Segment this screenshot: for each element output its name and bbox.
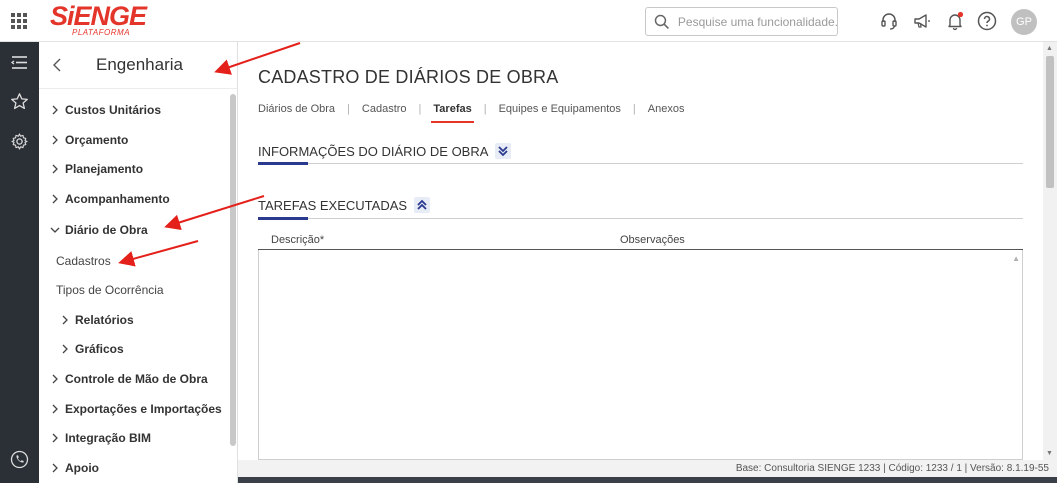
- expand-section-button[interactable]: [495, 143, 512, 159]
- scroll-up-icon[interactable]: ▲: [1046, 45, 1053, 52]
- double-chevron-down-icon: [498, 146, 509, 157]
- chevron-right-icon: [52, 433, 58, 443]
- search-icon: [654, 14, 669, 29]
- tab-bar: Diários de Obra | Cadastro | Tarefas | E…: [258, 99, 685, 123]
- section-accent-bar: [258, 162, 308, 165]
- sidebar-item-label: Custos Unitários: [65, 103, 162, 117]
- tab-separator: |: [418, 103, 422, 115]
- sidebar-item-orcamento[interactable]: Orçamento: [39, 126, 231, 154]
- user-avatar[interactable]: GP: [1011, 9, 1037, 35]
- megaphone-icon[interactable]: [912, 11, 932, 31]
- tab-cadastro[interactable]: Cadastro: [362, 103, 407, 115]
- logo-sub-text: PLATAFORMA: [72, 28, 131, 37]
- collapse-section-button[interactable]: [414, 197, 431, 213]
- sidebar-item-label: Acompanhamento: [65, 192, 170, 206]
- tasks-table-header: Descrição* Observações: [258, 232, 1023, 250]
- gear-icon[interactable]: [10, 132, 29, 151]
- column-header-observacoes[interactable]: Observações: [620, 234, 685, 246]
- sidebar-item-diario-de-obra[interactable]: Diário de Obra: [39, 216, 231, 244]
- section-accent-bar: [258, 217, 308, 220]
- sidebar-title: Engenharia: [96, 55, 183, 74]
- taskbar-strip: [238, 477, 1057, 483]
- chevron-right-icon: [52, 135, 58, 145]
- star-icon[interactable]: [10, 92, 29, 111]
- tab-separator: |: [483, 103, 487, 115]
- headset-icon[interactable]: [879, 11, 899, 31]
- tab-tarefas[interactable]: Tarefas: [431, 103, 475, 123]
- section-tarefas-executadas: TAREFAS EXECUTADAS: [258, 197, 1023, 219]
- section-divider: [258, 163, 1023, 164]
- chevron-right-icon: [62, 315, 68, 325]
- sidebar-item-label: Orçamento: [65, 133, 129, 147]
- chevron-right-icon: [52, 463, 58, 473]
- page-title: CADASTRO DE DIÁRIOS DE OBRA: [258, 67, 559, 87]
- sidebar-item-controle-mao-de-obra[interactable]: Controle de Mão de Obra: [39, 365, 231, 393]
- search-box[interactable]: [645, 7, 838, 36]
- sidebar-item-label: Apoio: [65, 461, 99, 475]
- sidebar-item-custos-unitarios[interactable]: Custos Unitários: [39, 96, 231, 124]
- sidebar-item-label: Planejamento: [65, 162, 144, 176]
- chevron-right-icon: [52, 404, 58, 414]
- tab-diarios-de-obra[interactable]: Diários de Obra: [258, 103, 335, 115]
- sidebar-item-graficos[interactable]: Gráficos: [39, 335, 231, 363]
- help-icon[interactable]: [977, 11, 997, 31]
- section-divider: [258, 218, 1023, 219]
- tab-equipes-equipamentos[interactable]: Equipes e Equipamentos: [499, 103, 621, 115]
- sidebar-header: Engenharia: [39, 42, 237, 89]
- section-tarefas-title: TAREFAS EXECUTADAS: [258, 197, 408, 213]
- sidebar-item-exportacoes-importacoes[interactable]: Exportações e Importações: [39, 395, 231, 423]
- tab-separator: |: [347, 103, 350, 115]
- scroll-down-icon[interactable]: ▼: [1046, 450, 1053, 457]
- section-informacoes-title: INFORMAÇÕES DO DIÁRIO DE OBRA: [258, 143, 489, 159]
- sidebar-scrollbar[interactable]: [230, 94, 236, 446]
- sidebar-item-apoio[interactable]: Apoio: [39, 454, 231, 482]
- search-input[interactable]: [677, 14, 837, 29]
- phone-support-icon[interactable]: [10, 450, 29, 469]
- chevron-down-icon: [50, 227, 60, 233]
- sidebar-item-label: Integração BIM: [65, 431, 152, 445]
- back-chevron-icon[interactable]: [51, 57, 65, 73]
- logo-main-text: SiENGE: [50, 1, 147, 31]
- page-scrollbar-thumb[interactable]: [1046, 56, 1054, 188]
- sidebar-item-tipos-de-ocorrencia[interactable]: Tipos de Ocorrência: [39, 276, 231, 304]
- section-informacoes: INFORMAÇÕES DO DIÁRIO DE OBRA: [258, 143, 1023, 165]
- table-scroll-up-icon[interactable]: ▲: [1012, 254, 1020, 263]
- chevron-right-icon: [62, 344, 68, 354]
- sienge-logo[interactable]: SiENGE PLATAFORMA: [50, 1, 147, 39]
- sidebar-item-label: Cadastros: [56, 254, 111, 268]
- sidebar-menu: Engenharia Custos Unitários Orçamento Pl…: [39, 42, 238, 483]
- main-content: CADASTRO DE DIÁRIOS DE OBRA Diários de O…: [238, 42, 1043, 460]
- page-scrollbar[interactable]: ▲ ▼: [1043, 42, 1057, 460]
- sidebar-item-label: Exportações e Importações: [65, 402, 222, 416]
- status-footer: Base: Consultoria SIENGE 1233 | Código: …: [238, 460, 1057, 477]
- sidebar-item-cadastros[interactable]: Cadastros: [39, 247, 231, 275]
- menu-collapse-icon[interactable]: [10, 53, 29, 72]
- sidebar-item-label: Controle de Mão de Obra: [65, 372, 208, 386]
- chevron-right-icon: [52, 105, 58, 115]
- section-informacoes-title-row: INFORMAÇÕES DO DIÁRIO DE OBRA: [258, 143, 1023, 159]
- bell-icon[interactable]: [945, 11, 965, 31]
- sidebar-item-label: Tipos de Ocorrência: [56, 283, 164, 297]
- top-bar: SiENGE PLATAFORMA GP: [0, 0, 1057, 42]
- sidebar-item-planejamento[interactable]: Planejamento: [39, 155, 231, 183]
- sidebar-item-acompanhamento[interactable]: Acompanhamento: [39, 185, 231, 213]
- left-rail: [0, 42, 39, 483]
- chevron-right-icon: [52, 374, 58, 384]
- sidebar-item-relatorios[interactable]: Relatórios: [39, 306, 231, 334]
- column-header-descricao[interactable]: Descrição*: [271, 234, 324, 246]
- section-tarefas-title-row: TAREFAS EXECUTADAS: [258, 197, 1023, 213]
- chevron-right-icon: [52, 164, 58, 174]
- double-chevron-up-icon: [417, 199, 427, 210]
- tab-anexos[interactable]: Anexos: [648, 103, 685, 115]
- sidebar-item-label: Gráficos: [75, 342, 124, 356]
- tab-separator: |: [632, 103, 636, 115]
- apps-grid-icon[interactable]: [11, 13, 27, 29]
- sidebar-item-label: Relatórios: [75, 313, 134, 327]
- sidebar-item-label: Diário de Obra: [65, 223, 148, 237]
- chevron-right-icon: [52, 194, 58, 204]
- sidebar-item-integracao-bim[interactable]: Integração BIM: [39, 424, 231, 452]
- tasks-table-body[interactable]: ▲: [258, 250, 1023, 460]
